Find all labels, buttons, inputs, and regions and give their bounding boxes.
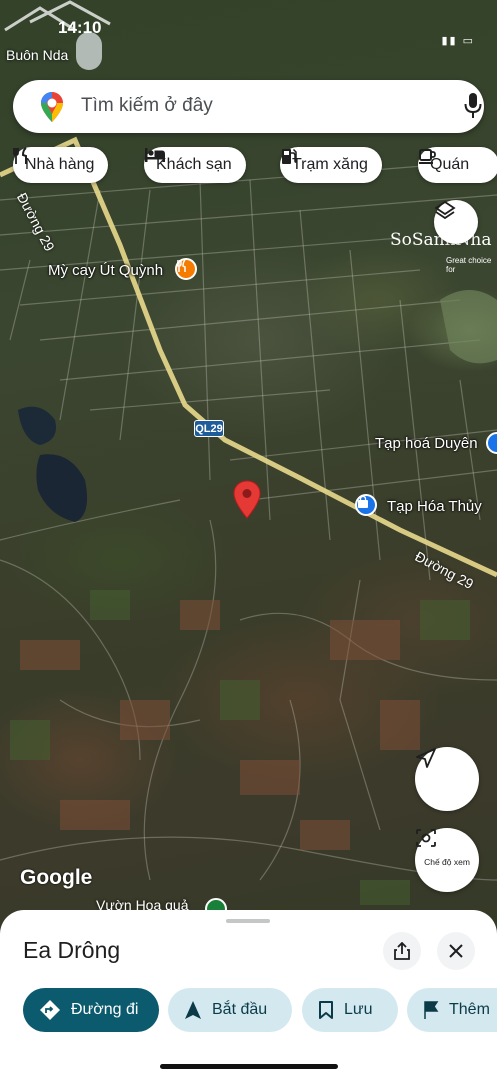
chip-restaurants[interactable]: Nhà hàng xyxy=(13,147,109,183)
chip-label: Khách sạn xyxy=(156,156,232,173)
place-title: Ea Drông xyxy=(23,937,121,963)
action-label: Thêm xyxy=(449,1001,490,1018)
poi-label-my-cay[interactable]: Mỳ cay Út Quỳnh xyxy=(48,262,163,279)
map-label-top-place: Buôn Nda xyxy=(6,47,69,63)
status-time: 14:10 xyxy=(58,18,102,37)
share-button[interactable] xyxy=(383,932,421,970)
share-icon xyxy=(394,942,410,960)
road-shield-ql29: QL29 xyxy=(194,420,224,437)
action-label: Bắt đầu xyxy=(212,1001,268,1018)
navigation-start-icon xyxy=(185,1001,201,1019)
close-icon xyxy=(449,944,463,958)
chip-gas-stations[interactable]: Trạm xăng xyxy=(280,147,382,183)
search-placeholder[interactable]: Tìm kiếm ở đây xyxy=(81,95,213,117)
my-location-button[interactable] xyxy=(415,747,479,811)
save-button[interactable]: Lưu xyxy=(302,988,398,1032)
bed-icon xyxy=(145,148,165,162)
camera-view-icon xyxy=(416,829,436,847)
restaurant-poi-icon[interactable] xyxy=(175,258,197,280)
chip-label: Nhà hàng xyxy=(25,156,95,173)
dropped-pin-icon[interactable] xyxy=(232,480,262,520)
place-bottom-sheet[interactable]: Ea Drông Đường đi Bắt đầu Lưu Thêm xyxy=(0,910,497,1080)
directions-button[interactable]: Đường đi xyxy=(23,988,159,1032)
action-label: Lưu xyxy=(344,1001,373,1018)
chip-hotels[interactable]: Khách sạn xyxy=(144,147,246,183)
watermark-subtext: Great choice for xyxy=(446,256,492,274)
view-mode-button[interactable]: Chế độ xem xyxy=(415,828,479,892)
google-logo: Google xyxy=(20,866,93,889)
navigation-arrow-icon xyxy=(416,748,436,768)
chip-label: Trạm xăng xyxy=(292,156,368,173)
gas-pump-icon xyxy=(282,148,297,164)
chip-cafes[interactable]: Quán xyxy=(418,147,497,183)
status-icons: ▮▮ ▭ xyxy=(441,35,475,47)
directions-icon xyxy=(40,1000,60,1020)
shopping-bag-poi-icon[interactable] xyxy=(355,494,377,516)
action-label: Đường đi xyxy=(71,1001,139,1018)
poi-label-tap-hoa-thuy[interactable]: Tạp Hóa Thủy xyxy=(387,498,482,515)
bookmark-icon xyxy=(319,1001,333,1019)
more-button[interactable]: Thêm xyxy=(407,988,497,1032)
start-button[interactable]: Bắt đầu xyxy=(168,988,292,1032)
home-indicator xyxy=(160,1064,338,1069)
fork-knife-icon xyxy=(13,147,27,164)
flag-icon xyxy=(424,1001,439,1019)
poi-label-tap-hoa-duyen[interactable]: Tạp hoá Duyên xyxy=(375,435,478,452)
search-bar[interactable]: Tìm kiếm ở đây xyxy=(13,80,484,133)
view-mode-caption: Chế độ xem xyxy=(424,856,470,867)
map-layers-button[interactable] xyxy=(434,200,478,244)
close-button[interactable] xyxy=(437,932,475,970)
coffee-cup-icon xyxy=(419,149,436,164)
sheet-drag-handle[interactable] xyxy=(226,919,270,923)
layers-icon xyxy=(434,200,456,220)
